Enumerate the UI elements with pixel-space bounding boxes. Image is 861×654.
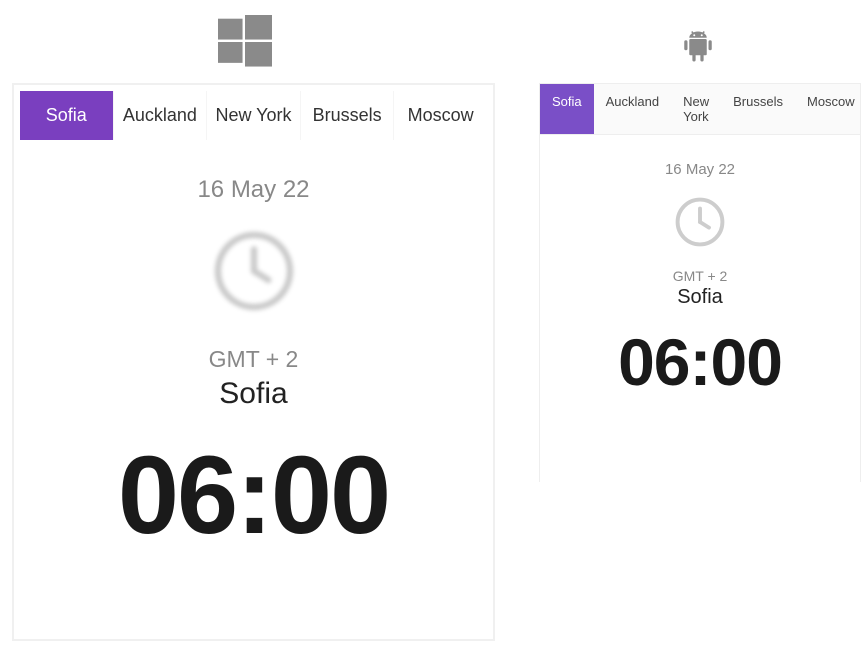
tab-label: Brussels	[733, 94, 783, 109]
date-label: 16 May 22	[34, 176, 473, 204]
windows-clock-panel: Sofia Auckland New York Brussels Moscow …	[12, 83, 495, 641]
clock-icon	[209, 226, 299, 316]
city-label: Sofia	[34, 377, 473, 411]
tab-label: New York	[683, 94, 709, 124]
tab-sofia[interactable]: Sofia	[20, 91, 114, 140]
tabs-bar: Sofia Auckland New York Brussels Moscow	[540, 84, 860, 135]
android-icon	[683, 29, 713, 63]
tab-label: Auckland	[606, 94, 659, 109]
tab-moscow[interactable]: Moscow	[394, 91, 487, 140]
tab-label: Moscow	[408, 105, 474, 125]
clock-content: 16 May 22 GMT + 2 Sofia 06:00	[14, 146, 493, 551]
tab-label: Brussels	[313, 105, 382, 125]
tab-label: Sofia	[552, 94, 582, 109]
tab-auckland[interactable]: Auckland	[594, 84, 671, 134]
date-label: 16 May 22	[560, 161, 840, 178]
tab-auckland[interactable]: Auckland	[114, 91, 208, 140]
tab-label: Auckland	[123, 105, 197, 125]
clock-content: 16 May 22 GMT + 2 Sofia 06:00	[540, 135, 860, 495]
windows-icon	[218, 15, 272, 69]
time-display: 06:00	[560, 329, 840, 395]
android-clock-panel: Sofia Auckland New York Brussels Moscow …	[539, 83, 861, 482]
tab-label: Sofia	[46, 105, 87, 125]
clock-icon	[672, 194, 728, 250]
tab-brussels[interactable]: Brussels	[301, 91, 395, 140]
tab-moscow[interactable]: Moscow	[795, 84, 861, 134]
gmt-label: GMT + 2	[560, 268, 840, 284]
tab-new-york[interactable]: New York	[671, 84, 721, 134]
gmt-label: GMT + 2	[34, 346, 473, 373]
tab-label: Moscow	[807, 94, 855, 109]
tab-sofia[interactable]: Sofia	[540, 84, 594, 134]
tab-new-york[interactable]: New York	[207, 91, 301, 140]
tabs-bar: Sofia Auckland New York Brussels Moscow	[20, 91, 487, 140]
time-display: 06:00	[34, 441, 473, 551]
city-label: Sofia	[560, 286, 840, 309]
tab-label: New York	[215, 105, 291, 125]
tab-brussels[interactable]: Brussels	[721, 84, 795, 134]
